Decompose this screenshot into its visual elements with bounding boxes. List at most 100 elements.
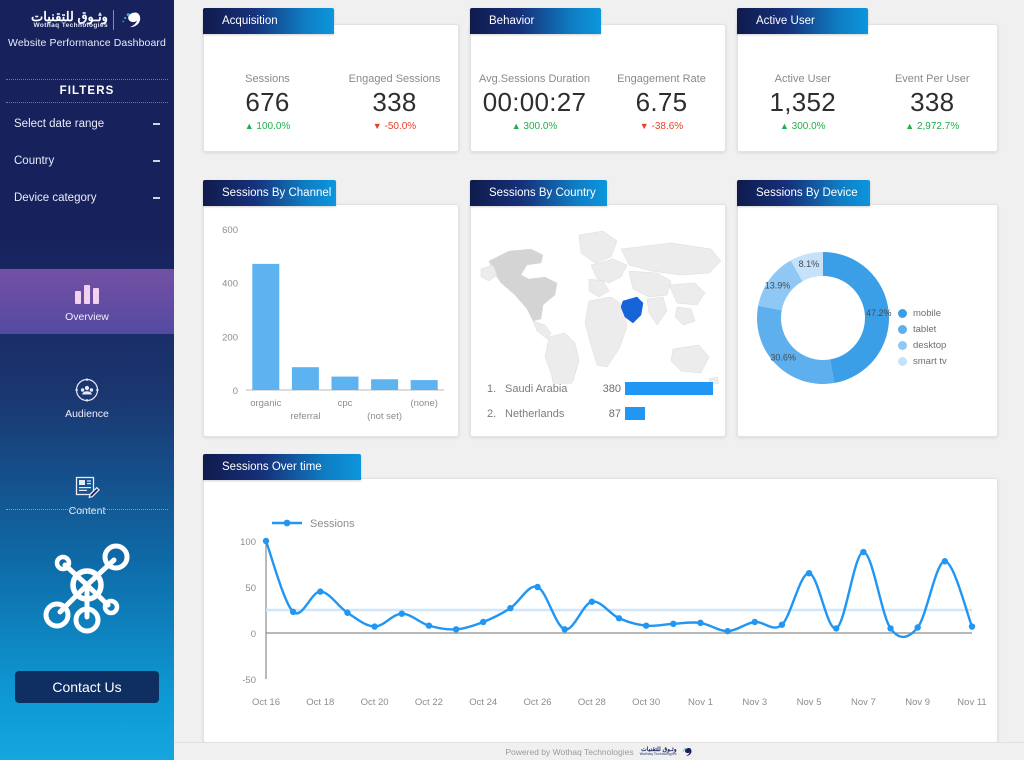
kpi-value: 338 [910,87,955,117]
kpi-engagement-rate: Engagement Rate 6.75 ▼ -38.6% [598,73,725,132]
network-hub-icon [0,532,174,642]
active-user-card-tab[interactable]: Active User [737,8,868,34]
kpi-delta: ▲ 100.0% [204,121,331,132]
svg-text:Oct 18: Oct 18 [306,697,334,708]
brand-english-name: Wothaq Technologies [33,22,108,30]
sessions-by-device-card: 47.2% 30.6% 13.9% 8.1% mobile tablet deskto… [737,204,998,437]
svg-text:-50: -50 [242,675,256,686]
card-title: Sessions By Device [756,187,858,199]
sidebar-item-label: Content [68,505,106,517]
filter-country[interactable]: Country [0,145,174,177]
legend-label: desktop [913,339,947,351]
filter-label: Select date range [14,118,105,130]
svg-text:200: 200 [222,332,238,343]
filter-select-date-range[interactable]: Select date range [0,108,174,140]
channel-bar-chart[interactable]: 0 200 400 600 organic referral cpc (not set) (no… [204,205,460,438]
svg-text:(none): (none) [410,398,437,409]
country-bar-track [625,407,713,420]
legend-item-tablet[interactable]: tablet [898,321,947,337]
svg-text:0: 0 [233,386,238,397]
sessions-over-time-tab[interactable]: Sessions Over time [203,454,361,480]
kpi-label: Engaged Sessions [348,73,441,85]
world-map[interactable] [471,209,727,384]
chevron-down-icon [153,123,160,125]
card-title: Sessions Over time [222,461,322,473]
svg-text:400: 400 [222,279,238,290]
kpi-event-per-user: Event Per User 338 ▲ 2,972.7% [868,73,998,132]
swirl-logo-icon [122,12,141,28]
country-name: Saudi Arabia [505,382,568,395]
legend-swatch [898,356,907,366]
sidebar-item-overview[interactable]: Overview [0,269,174,334]
brand-arabic-name: وثـوق للتقنيات [31,8,108,24]
svg-text:30.6%: 30.6% [770,352,796,362]
trend-up-icon: ▲ [511,121,521,131]
kpi-label: Engagement Rate [617,73,706,85]
behavior-card-tab[interactable]: Behavior [470,8,601,34]
dashboard-root: وثـوق للتقنيات Wothaq Technologies Websi… [0,0,1024,760]
svg-text:Nov 5: Nov 5 [797,697,822,708]
svg-text:(not set): (not set) [367,411,402,422]
contact-us-button[interactable]: Contact Us [15,671,159,703]
country-bar-track [625,382,713,395]
legend-label: mobile [913,307,941,319]
sidebar-item-content[interactable]: Content [0,463,174,528]
sidebar-nav: Overview Audience Content [0,246,174,528]
country-value: 87 [608,407,621,420]
kpi-value: 338 [372,87,417,117]
country-row[interactable]: 2. Netherlands 87 [481,401,713,426]
kpi-value: 676 [245,87,290,117]
filter-label: Country [14,155,55,167]
svg-text:8.1%: 8.1% [799,259,820,269]
legend-label: tablet [913,323,937,335]
kpi-active-user: Active User 1,352 ▲ 300.0% [738,73,868,132]
sidebar: وثـوق للتقنيات Wothaq Technologies Websi… [0,0,174,760]
svg-text:Nov 3: Nov 3 [742,697,767,708]
legend-swatch [898,308,907,318]
kpi-label: Event Per User [894,73,970,85]
filter-label: Device category [14,192,97,204]
sessions-by-device-tab[interactable]: Sessions By Device [737,180,870,206]
svg-text:600: 600 [222,225,238,236]
kpi-label: Sessions [245,73,290,85]
acquisition-card-tab[interactable]: Acquisition [203,8,334,34]
card-title: Sessions By Country [489,187,596,199]
trend-up-icon: ▲ [779,121,789,131]
svg-text:Oct 16: Oct 16 [252,697,280,708]
sidebar-item-label: Audience [65,408,109,420]
sidebar-item-audience[interactable]: Audience [0,366,174,431]
kpi-delta-value: -38.6% [651,121,684,132]
kpi-value: 1,352 [769,87,837,117]
country-bar [625,382,713,395]
svg-text:Oct 26: Oct 26 [524,697,552,708]
kpi-delta: ▼ -50.0% [331,121,458,132]
footer-text: Powered by Wothaq Technologies [505,746,634,757]
sessions-by-channel-card: 0 200 400 600 organic referral cpc (not set) (no… [203,204,459,437]
sidebar-divider-bottom [6,509,168,510]
content-edit-icon [74,474,100,500]
chevron-down-icon [153,160,160,162]
legend-item-smart-tv[interactable]: smart tv [898,353,947,369]
country-rank: 2. [487,407,497,420]
sessions-by-channel-tab[interactable]: Sessions By Channel [203,180,336,206]
brand-header: وثـوق للتقنيات Wothaq Technologies Websi… [0,0,174,49]
card-title: Behavior [489,15,535,27]
filter-device-category[interactable]: Device category [0,182,174,214]
svg-text:organic: organic [250,398,281,409]
country-row[interactable]: 1. Saudi Arabia 380 [481,376,713,401]
kpi-avg-session-duration: Avg.Sessions Duration 00:00:27 ▲ 300.0% [471,73,598,132]
kpi-label: Avg.Sessions Duration [478,73,591,85]
legend-item-desktop[interactable]: desktop [898,337,947,353]
card-title: Active User [756,15,815,27]
device-donut-chart[interactable]: 47.2% 30.6% 13.9% 8.1% [738,205,999,438]
kpi-delta-value: 2,972.7% [916,121,960,132]
svg-text:Oct 20: Oct 20 [361,697,389,708]
legend-item-mobile[interactable]: mobile [898,305,947,321]
svg-text:Nov 1: Nov 1 [688,697,713,708]
sessions-line-chart[interactable]: Sessions -50 0 50 100 Oct 16 Oct 18 Oct 20 Oct 2… [204,479,999,744]
country-rank: 1. [487,382,497,395]
footer-logo-english: Wothaq Technologies [639,751,677,756]
footer: Powered by Wothaq Technologies وثـوق للت… [174,742,1024,760]
sessions-by-country-tab[interactable]: Sessions By Country [470,180,607,206]
active-user-card: Active User 1,352 ▲ 300.0% Event Per Use… [737,24,998,152]
